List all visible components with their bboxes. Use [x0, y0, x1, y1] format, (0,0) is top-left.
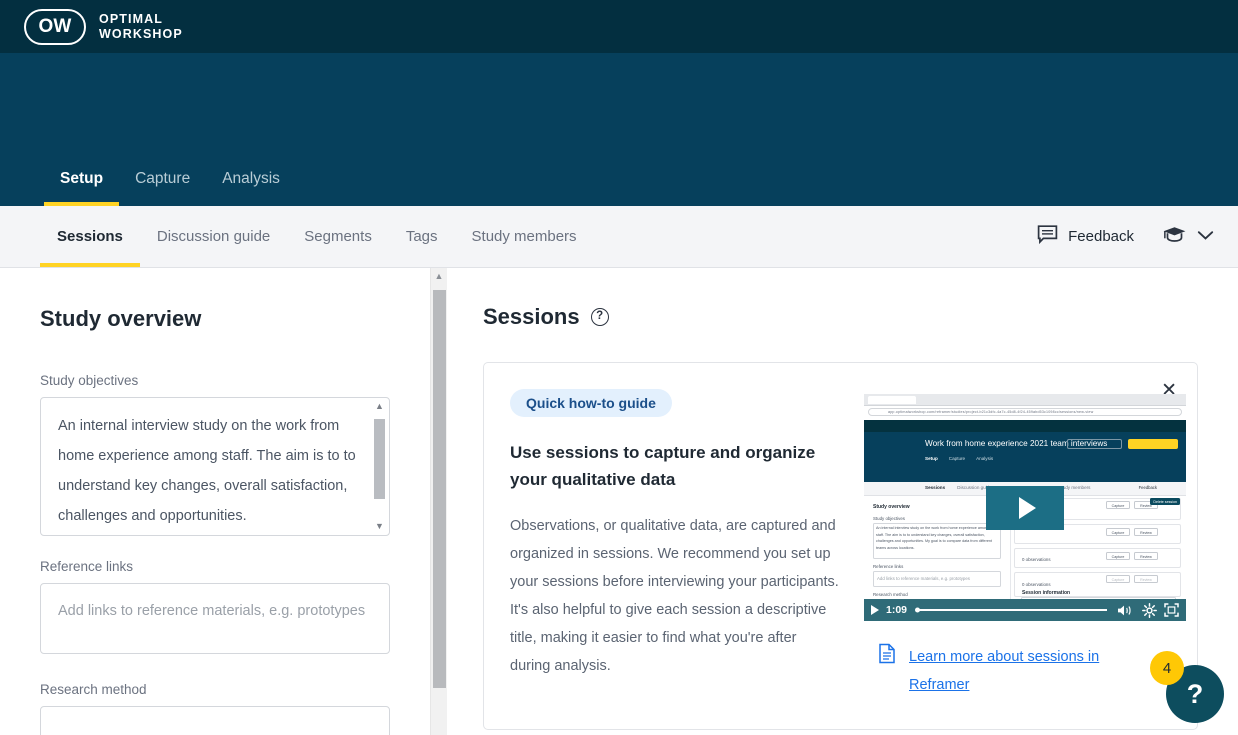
page-scrollbar-thumb[interactable]	[433, 290, 446, 688]
research-method-select[interactable]	[40, 706, 390, 735]
brand-line-1: OPTIMAL	[99, 12, 183, 27]
tab-tags[interactable]: Tags	[389, 206, 455, 267]
thumb-sidebar-title: Study overview	[873, 504, 910, 510]
learn-more-row: Learn more about sessions in Reframer	[864, 643, 1186, 699]
thumb-browser-tab	[868, 396, 916, 404]
chevron-down-icon	[1197, 228, 1214, 246]
play-icon[interactable]	[871, 605, 879, 615]
thumb-review-button: Review	[1134, 552, 1158, 560]
gear-icon[interactable]	[1142, 603, 1157, 618]
tab-sessions[interactable]: Sessions	[40, 206, 140, 267]
objectives-scrollbar-thumb[interactable]	[374, 419, 385, 499]
how-to-video-player[interactable]: app.optimalworkshop.com/reframer/studies…	[864, 394, 1186, 621]
top-brand-bar: OW OPTIMAL WORKSHOP	[0, 0, 1238, 53]
reference-links-label: Reference links	[40, 559, 390, 574]
secondary-tab-list: Sessions Discussion guide Segments Tags …	[40, 206, 594, 267]
tab-analysis[interactable]: Analysis	[206, 170, 296, 206]
main-content-area: Study overview Study objectives An inter…	[0, 268, 1238, 735]
thumb-method-label: Research method	[873, 592, 908, 597]
page-scrollbar[interactable]: ▲	[430, 268, 447, 735]
video-time-label: 1:09	[886, 604, 907, 616]
thumb-review-button: Review	[1134, 528, 1158, 536]
thumb-capture-button: Capture	[1106, 552, 1130, 560]
scroll-down-arrow-icon[interactable]: ▼	[375, 522, 384, 531]
status-badge: Quick how-to guide	[510, 389, 672, 417]
study-overview-sidebar: Study overview Study objectives An inter…	[0, 268, 430, 735]
card-media-column: app.optimalworkshop.com/reframer/studies…	[864, 389, 1186, 699]
secondary-nav-bar: Sessions Discussion guide Segments Tags …	[0, 206, 1238, 268]
learn-more-link[interactable]: Learn more about sessions in Reframer	[909, 643, 1119, 699]
card-heading: Use sessions to capture and organize you…	[510, 439, 840, 493]
objectives-scrollbar[interactable]: ▲ ▼	[371, 399, 388, 534]
tab-capture[interactable]: Capture	[119, 170, 206, 206]
thumb-reference-placeholder: Add links to reference materials, e.g. p…	[877, 576, 970, 581]
tab-study-members[interactable]: Study members	[455, 206, 594, 267]
thumb-capture-button: Capture	[1106, 501, 1130, 509]
fullscreen-icon[interactable]	[1164, 603, 1179, 617]
study-objectives-label: Study objectives	[40, 373, 390, 388]
play-button-overlay[interactable]	[986, 486, 1064, 530]
tab-discussion-guide[interactable]: Discussion guide	[140, 206, 287, 267]
comment-icon	[1037, 225, 1058, 248]
thumb-review-button: Review	[1134, 575, 1158, 583]
thumb-objectives-text: An internal interview study on the work …	[876, 525, 998, 551]
thumb-tab-analysis: Analysis	[976, 456, 993, 461]
brand-line-2: WORKSHOP	[99, 27, 183, 42]
thumb-reference-label: Reference links	[873, 564, 903, 569]
brand-wordmark: OPTIMAL WORKSHOP	[99, 12, 183, 42]
thumb-session-info-label: Session information	[1022, 590, 1070, 596]
thumb-row-meta: 0 observations	[1022, 582, 1051, 587]
research-method-label: Research method	[40, 682, 390, 697]
study-objectives-textarea[interactable]: An internal interview study on the work …	[40, 397, 390, 536]
primary-tab-bar: Setup Capture Analysis	[44, 170, 296, 206]
optimal-workshop-logo[interactable]: OW OPTIMAL WORKSHOP	[24, 9, 183, 45]
video-controls-bar: 1:09	[864, 599, 1186, 621]
sessions-panel: Sessions ? ✕ Quick how-to guide Use sess…	[447, 268, 1238, 735]
ow-logo-icon: OW	[24, 9, 86, 45]
thumb-feedback-label: Feedback	[1139, 485, 1157, 490]
thumb-app-bar	[864, 420, 1186, 432]
tab-segments[interactable]: Segments	[287, 206, 389, 267]
graduation-cap-icon	[1162, 225, 1187, 248]
page-scroll-up-arrow-icon[interactable]: ▲	[431, 272, 447, 281]
thumb-row-meta: 0 observations	[1022, 557, 1051, 562]
study-objectives-value: An internal interview study on the work …	[58, 411, 357, 531]
thumb-capture-button: Capture	[1106, 528, 1130, 536]
feedback-label: Feedback	[1068, 228, 1134, 245]
thumb-primary-tabs: Setup Capture Analysis	[925, 456, 993, 461]
thumb-header-secondary-button	[1067, 439, 1122, 449]
document-icon	[878, 643, 896, 669]
secondary-nav-actions: Feedback	[1037, 206, 1214, 267]
ow-logo-text: OW	[38, 16, 71, 38]
thumb-stab-sessions: Sessions	[925, 485, 945, 490]
quick-how-to-guide-card: ✕ Quick how-to guide Use sessions to cap…	[483, 362, 1198, 730]
card-text-column: Quick how-to guide Use sessions to captu…	[510, 389, 840, 699]
sidebar-title: Study overview	[40, 306, 390, 332]
help-notification-badge[interactable]: 4	[1150, 651, 1184, 685]
thumb-header-primary-button	[1128, 439, 1178, 449]
volume-icon[interactable]	[1117, 604, 1135, 617]
video-progress-bar[interactable]	[917, 609, 1107, 611]
thumb-url-text: app.optimalworkshop.com/reframer/studies…	[888, 410, 1093, 414]
feedback-button[interactable]: Feedback	[1037, 225, 1134, 248]
thumb-tab-capture: Capture	[949, 456, 965, 461]
scroll-up-arrow-icon[interactable]: ▲	[375, 402, 384, 411]
reference-links-placeholder: Add links to reference materials, e.g. p…	[58, 596, 373, 626]
thumb-tab-setup: Setup	[925, 456, 938, 461]
thumb-capture-button: Capture	[1106, 575, 1130, 583]
question-mark-circle-icon[interactable]: ?	[591, 308, 609, 326]
play-icon	[1019, 497, 1036, 519]
study-header-band: Setup Capture Analysis	[0, 53, 1238, 206]
sessions-title-row: Sessions ?	[483, 304, 1198, 330]
reference-links-input[interactable]: Add links to reference materials, e.g. p…	[40, 583, 390, 654]
tab-setup[interactable]: Setup	[44, 170, 119, 206]
learning-menu-button[interactable]	[1156, 225, 1214, 248]
card-body-text: Observations, or qualitative data, are c…	[510, 512, 840, 680]
video-progress-handle[interactable]	[915, 608, 920, 613]
thumb-objectives-label: Study objectives	[873, 516, 905, 521]
page-title: Sessions	[483, 304, 580, 330]
thumb-tooltip: Delete session	[1150, 498, 1180, 505]
